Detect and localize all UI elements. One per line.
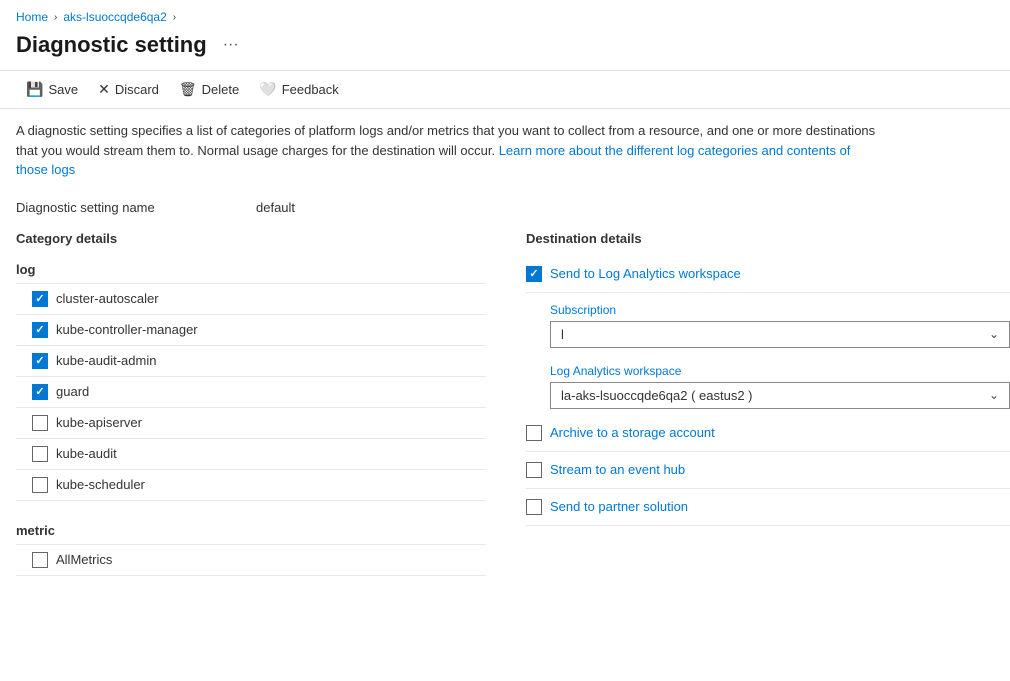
send-to-analytics-label[interactable]: Send to Log Analytics workspace — [550, 266, 741, 281]
category-label: kube-controller-manager — [56, 322, 198, 337]
breadcrumb-resource[interactable]: aks-lsuoccqde6qa2 — [63, 10, 166, 24]
setting-name-row: Diagnostic setting name default — [0, 192, 1010, 223]
discard-icon: ✕ — [98, 81, 110, 98]
destination-details-title: Destination details — [526, 231, 1010, 246]
checkbox-kube-audit-admin[interactable] — [32, 353, 48, 369]
category-label: cluster-autoscaler — [56, 291, 159, 306]
archive-storage-row: Archive to a storage account — [526, 415, 1010, 452]
checkbox-send-analytics[interactable] — [526, 266, 542, 282]
chevron-icon-2: › — [173, 12, 176, 23]
category-label: guard — [56, 384, 89, 399]
checkbox-archive-storage[interactable] — [526, 425, 542, 441]
list-item: kube-scheduler — [16, 470, 486, 501]
toolbar: 💾 Save ✕ Discard 🗑 Delete 🤍 Feedback — [0, 70, 1010, 109]
category-label: kube-audit — [56, 446, 117, 461]
setting-name-label: Diagnostic setting name — [16, 200, 256, 215]
list-item: kube-audit-admin — [16, 346, 486, 377]
feedback-button[interactable]: 🤍 Feedback — [249, 77, 349, 102]
stream-event-hub-label[interactable]: Stream to an event hub — [550, 462, 685, 477]
category-label: AllMetrics — [56, 552, 112, 567]
log-group: log cluster-autoscaler kube-controller-m… — [16, 256, 486, 501]
page-title: Diagnostic setting — [16, 32, 207, 58]
save-icon: 💾 — [26, 81, 43, 98]
delete-button[interactable]: 🗑 Delete — [169, 77, 249, 102]
delete-icon: 🗑 — [179, 81, 197, 98]
chevron-icon: › — [54, 12, 57, 23]
setting-name-value: default — [256, 200, 295, 215]
list-item: kube-apiserver — [16, 408, 486, 439]
breadcrumb: Home › aks-lsuoccqde6qa2 › — [0, 0, 1010, 28]
main-content: Category details log cluster-autoscaler … — [0, 223, 1010, 600]
destination-details-panel: Destination details Send to Log Analytic… — [526, 231, 1010, 592]
category-label: kube-apiserver — [56, 415, 142, 430]
archive-storage-label[interactable]: Archive to a storage account — [550, 425, 715, 440]
checkbox-guard[interactable] — [32, 384, 48, 400]
chevron-down-icon: ⌄ — [989, 327, 999, 341]
stream-event-hub-row: Stream to an event hub — [526, 452, 1010, 489]
page-title-row: Diagnostic setting ··· — [0, 28, 1010, 70]
list-item: AllMetrics — [16, 545, 486, 576]
discard-label: Discard — [115, 82, 159, 97]
category-label: kube-scheduler — [56, 477, 145, 492]
breadcrumb-home[interactable]: Home — [16, 10, 48, 24]
checkbox-kube-apiserver[interactable] — [32, 415, 48, 431]
subscription-dropdown[interactable]: l ⌄ — [550, 321, 1010, 348]
checkbox-allmetrics[interactable] — [32, 552, 48, 568]
subscription-value: l — [561, 327, 564, 342]
subscription-label: Subscription — [550, 303, 1010, 317]
list-item: guard — [16, 377, 486, 408]
more-options-button[interactable]: ··· — [217, 34, 245, 56]
description-text: A diagnostic setting specifies a list of… — [0, 109, 900, 192]
workspace-label: Log Analytics workspace — [550, 364, 1010, 378]
checkbox-kube-audit[interactable] — [32, 446, 48, 462]
checkbox-kube-scheduler[interactable] — [32, 477, 48, 493]
save-label: Save — [48, 82, 78, 97]
checkbox-partner-solution[interactable] — [526, 499, 542, 515]
workspace-dropdown[interactable]: la-aks-lsuoccqde6qa2 ( eastus2 ) ⌄ — [550, 382, 1010, 409]
save-button[interactable]: 💾 Save — [16, 77, 88, 102]
partner-solution-row: Send to partner solution — [526, 489, 1010, 526]
subscription-field-group: Subscription l ⌄ — [526, 293, 1010, 354]
category-details-title: Category details — [16, 231, 486, 246]
partner-solution-label[interactable]: Send to partner solution — [550, 499, 688, 514]
list-item: kube-audit — [16, 439, 486, 470]
list-item: kube-controller-manager — [16, 315, 486, 346]
checkbox-kube-controller-manager[interactable] — [32, 322, 48, 338]
log-group-label: log — [16, 256, 486, 284]
feedback-icon: 🤍 — [259, 81, 276, 98]
chevron-down-icon-2: ⌄ — [989, 388, 999, 402]
list-item: cluster-autoscaler — [16, 284, 486, 315]
metric-group: metric AllMetrics — [16, 517, 486, 576]
workspace-field-group: Log Analytics workspace la-aks-lsuoccqde… — [526, 354, 1010, 415]
checkbox-stream-event-hub[interactable] — [526, 462, 542, 478]
send-to-analytics-row: Send to Log Analytics workspace — [526, 256, 1010, 293]
feedback-label: Feedback — [282, 82, 339, 97]
delete-label: Delete — [202, 82, 240, 97]
category-label: kube-audit-admin — [56, 353, 156, 368]
checkbox-cluster-autoscaler[interactable] — [32, 291, 48, 307]
discard-button[interactable]: ✕ Discard — [88, 77, 169, 102]
workspace-value: la-aks-lsuoccqde6qa2 ( eastus2 ) — [561, 388, 753, 403]
category-details-panel: Category details log cluster-autoscaler … — [16, 231, 486, 592]
metric-group-label: metric — [16, 517, 486, 545]
